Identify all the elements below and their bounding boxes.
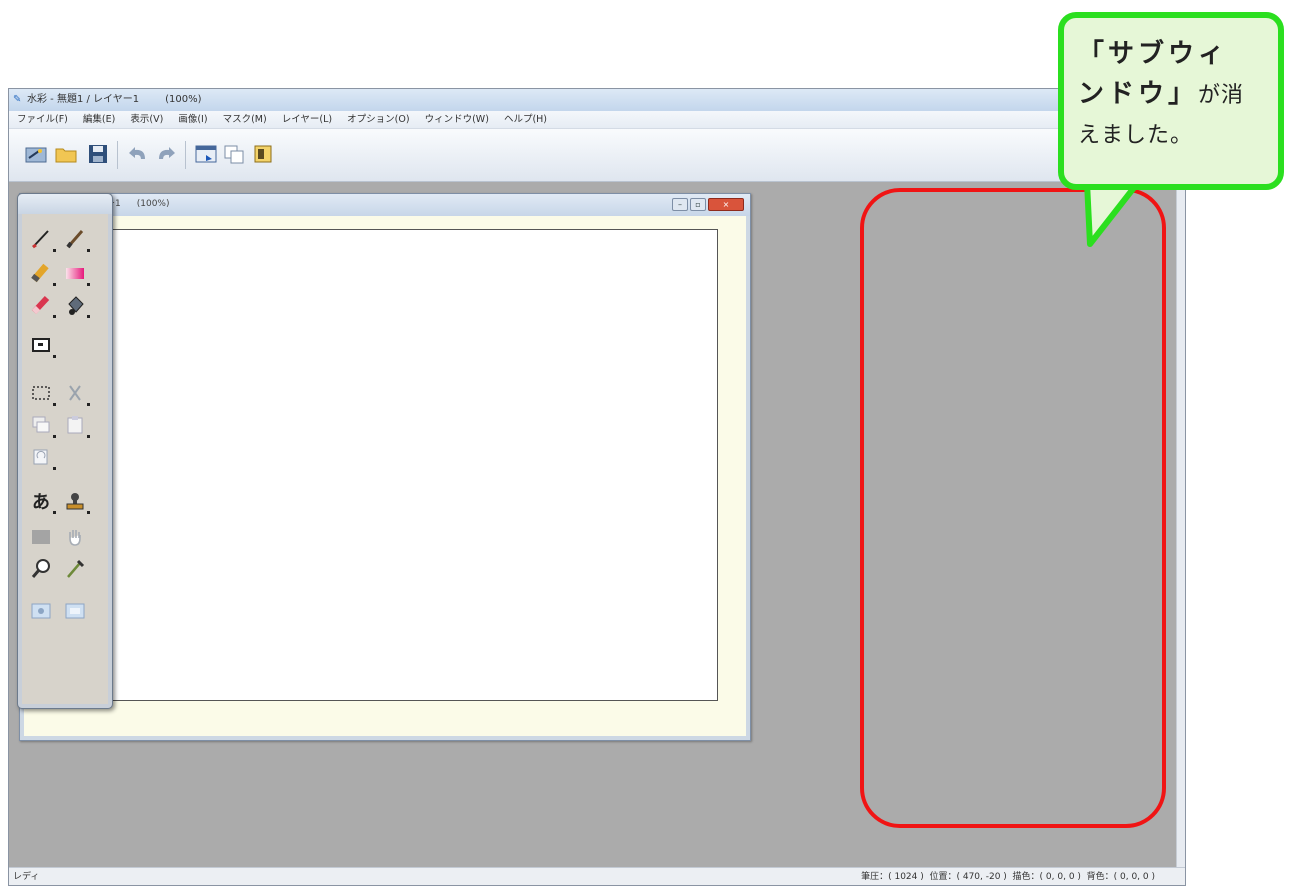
callout-line-3: えました。	[1078, 123, 1194, 148]
undo-icon[interactable]	[125, 141, 151, 167]
close-button[interactable]: ×	[708, 198, 744, 211]
copy-selection-icon[interactable]	[28, 412, 56, 438]
fill-bucket-icon[interactable]	[62, 292, 90, 318]
tool-palette-header[interactable]	[18, 194, 112, 214]
callout-line-1: 「サブウィ	[1078, 39, 1229, 69]
document-body	[24, 216, 746, 736]
menu-options[interactable]: オプション(O)	[347, 114, 409, 125]
save-icon[interactable]	[85, 141, 111, 167]
paste-icon[interactable]	[62, 412, 90, 438]
menu-window[interactable]: ウィンドウ(W)	[425, 114, 489, 125]
hand-tool-icon[interactable]	[62, 524, 88, 550]
toolbar-separator	[185, 141, 186, 169]
app-icon: ✎	[13, 94, 22, 105]
menu-image[interactable]: 画像(I)	[178, 114, 207, 125]
brush-tool-icon[interactable]	[62, 226, 90, 252]
menu-view[interactable]: 表示(V)	[130, 114, 163, 125]
toolbar-separator	[117, 141, 118, 169]
menu-edit[interactable]: 編集(E)	[83, 114, 115, 125]
text-tool-icon[interactable]: あ	[28, 488, 56, 514]
title-bar: ✎ 水彩 - 無題1 / レイヤー1 (100%)	[9, 89, 1185, 111]
scissors-icon[interactable]	[62, 380, 90, 406]
rectangle-tool-icon[interactable]	[28, 332, 56, 358]
status-info: 筆圧：( 1024 ) 位置：( 470, -20 ) 描色：( 0, 0, 0…	[861, 872, 1155, 882]
menu-mask[interactable]: マスク(M)	[223, 114, 267, 125]
tool-palette-body: あ	[22, 214, 108, 704]
toolbar	[9, 129, 1185, 182]
callout-line-2: ンドウ」が消	[1078, 74, 1274, 116]
pen-tool-icon[interactable]	[28, 226, 56, 252]
eyedropper-icon[interactable]	[62, 556, 88, 582]
highlight-frame	[860, 188, 1166, 828]
capture-screen-icon[interactable]	[62, 598, 88, 624]
capture-region-icon[interactable]	[28, 598, 54, 624]
document-window[interactable]: ー1 (100%) – ▫ ×	[19, 193, 751, 741]
menu-help[interactable]: ヘルプ(H)	[504, 114, 547, 125]
wizard-icon[interactable]	[23, 141, 49, 167]
gradient-tool-icon[interactable]	[62, 260, 90, 286]
screen-capture-icon[interactable]	[193, 141, 219, 167]
menu-layer[interactable]: レイヤー(L)	[282, 114, 332, 125]
menu-file[interactable]: ファイル(F)	[17, 114, 68, 125]
restore-button[interactable]: ▫	[690, 198, 706, 211]
crayon-tool-icon[interactable]	[28, 260, 56, 286]
layers-icon[interactable]	[251, 141, 277, 167]
callout-line-2-tail: が消	[1198, 83, 1245, 108]
drawing-canvas[interactable]	[88, 229, 718, 701]
color-swatch-icon[interactable]	[28, 524, 54, 550]
menu-bar: ファイル(F) 編集(E) 表示(V) 画像(I) マスク(M) レイヤー(L)…	[9, 111, 1185, 129]
eraser-tool-icon[interactable]	[28, 292, 56, 318]
status-ready: レディ	[13, 872, 40, 882]
tool-palette[interactable]: あ	[17, 193, 113, 709]
document-zoom: (100%)	[136, 199, 170, 209]
window-zoom: (100%)	[165, 94, 202, 105]
callout-text: 「サブウィ ンドウ」が消 えました。	[1078, 34, 1274, 156]
redo-icon[interactable]	[153, 141, 179, 167]
open-folder-icon[interactable]	[53, 141, 79, 167]
minimize-button[interactable]: –	[672, 198, 688, 211]
zoom-magnifier-icon[interactable]	[28, 556, 54, 582]
status-bar: レディ 筆圧：( 1024 ) 位置：( 470, -20 ) 描色：( 0, …	[9, 867, 1185, 885]
copy-window-icon[interactable]	[221, 141, 247, 167]
window-title: 水彩 - 無題1 / レイヤー1	[27, 94, 140, 105]
stamp-tool-icon[interactable]	[62, 488, 90, 514]
callout-line-2-bold: ンドウ」	[1078, 79, 1199, 109]
selection-tool-icon[interactable]	[28, 380, 56, 406]
window-right-edge	[1176, 129, 1185, 867]
transform-icon[interactable]	[28, 444, 56, 470]
document-title-bar[interactable]: ー1 (100%) – ▫ ×	[20, 194, 750, 216]
callout-bubble: 「サブウィ ンドウ」が消 えました。	[1058, 12, 1284, 247]
